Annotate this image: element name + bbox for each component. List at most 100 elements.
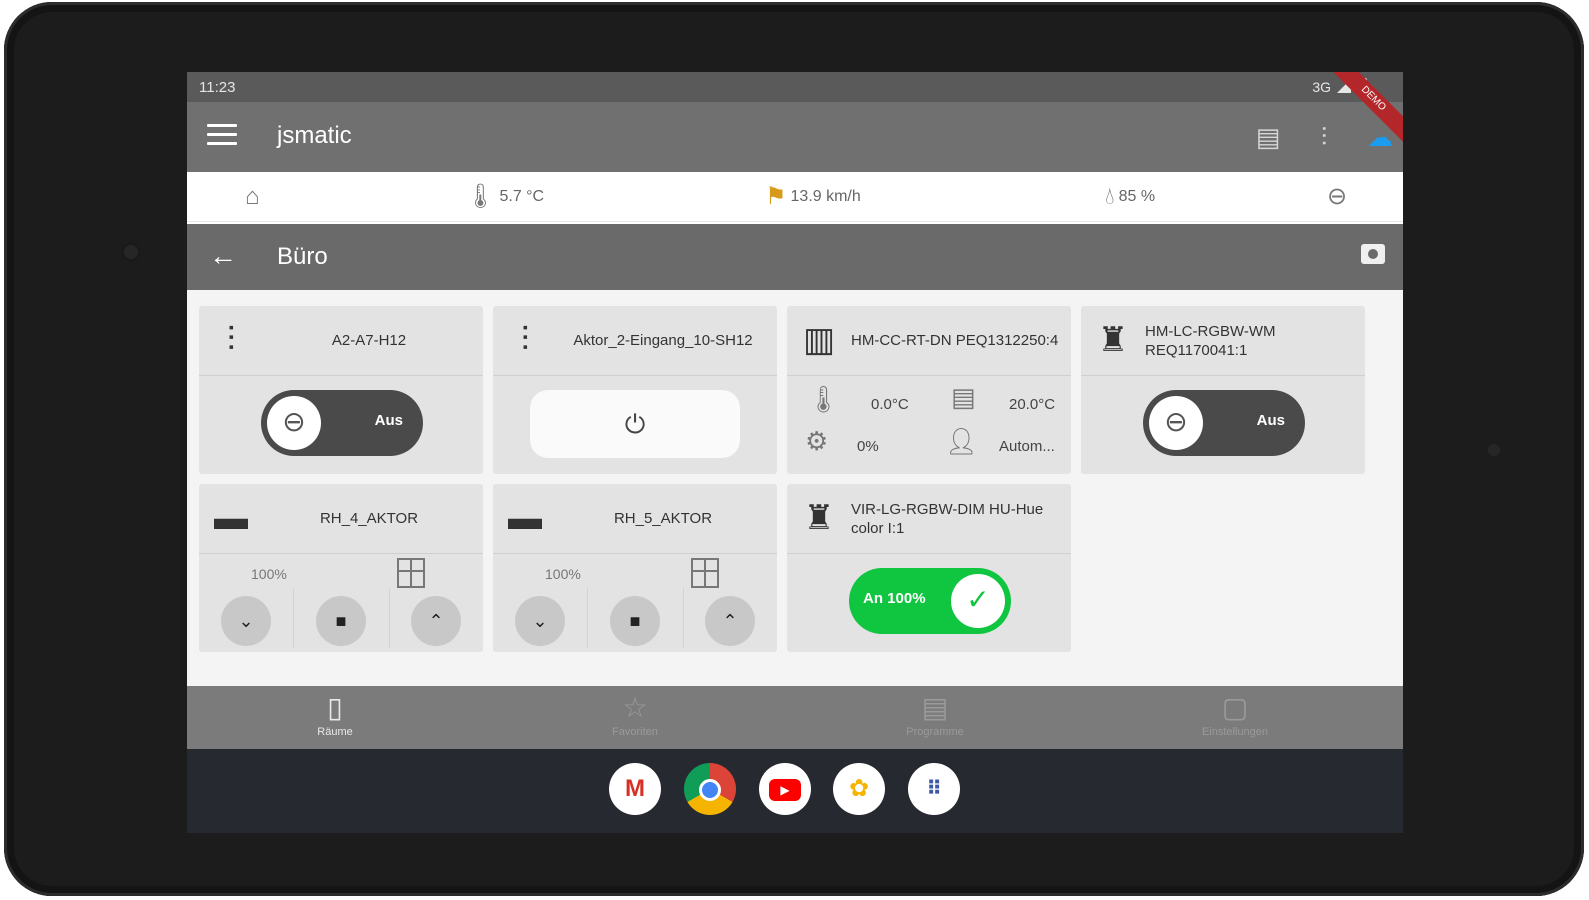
- toggle-label: An 100%: [863, 590, 926, 607]
- device-toggle[interactable]: ⊖ Aus: [1143, 390, 1305, 456]
- nav-label: Programme: [906, 726, 964, 738]
- device-name: RH_5_AKTOR: [613, 510, 713, 528]
- nav-label: Favoriten: [612, 726, 658, 738]
- mode-user-clock-icon: 👤︎: [945, 426, 979, 456]
- mode-value[interactable]: Autom...: [999, 438, 1055, 455]
- menu-icon[interactable]: [207, 124, 237, 148]
- power-button[interactable]: ⏻: [530, 390, 740, 458]
- weather-station-icon[interactable]: ⌂: [245, 182, 264, 212]
- humidity-item: 💧︎ 85 %: [1105, 182, 1155, 212]
- app-drawer-icon[interactable]: ⠿: [908, 763, 960, 815]
- card-header: ♜ VIR-LG-RGBW-DIM HU-Hue color I:1: [787, 484, 1071, 554]
- blind-up-button[interactable]: ⌃: [411, 596, 461, 646]
- humidity-value: 85 %: [1118, 188, 1156, 206]
- star-icon: ☆: [622, 692, 648, 723]
- blind-level: 100%: [251, 566, 287, 582]
- blind-stop-button[interactable]: ■: [610, 596, 660, 646]
- remote-icon: ▢: [1221, 692, 1249, 723]
- device-name: VIR-LG-RGBW-DIM HU-Hue color I:1: [851, 500, 1044, 538]
- actuator-icon: ⫶: [226, 321, 236, 359]
- youtube-icon[interactable]: ▶: [759, 763, 811, 815]
- status-bar: 11:23 3G DEMO: [187, 72, 1403, 148]
- radiator-icon: ▥: [802, 321, 836, 359]
- nav-item-settings[interactable]: ▢ Einstellungen: [1155, 690, 1315, 738]
- device-name: Aktor_2-Eingang_10-SH12: [573, 332, 753, 350]
- blind-stop-button[interactable]: ■: [316, 596, 366, 646]
- app-title: jsmatic: [277, 122, 352, 149]
- device-card: ♜ HM-LC-RGBW-WM REQ1170041:1 ⊖ Aus: [1081, 306, 1365, 474]
- blind-card: ▬ RH_4_AKTOR 100% ⌄ ■ ⌃: [199, 484, 483, 652]
- window-icon: [397, 558, 425, 588]
- collapse-icon[interactable]: ⊖: [1327, 182, 1351, 212]
- sensor-dot: [1488, 444, 1500, 456]
- front-camera: [121, 242, 141, 262]
- wind-item: ⚑ 13.9 km/h: [765, 182, 861, 212]
- blind-level: 100%: [545, 566, 581, 582]
- valve-value: 0%: [857, 438, 879, 455]
- valve-icon: ⚙: [805, 426, 829, 456]
- card-header: ▬ RH_4_AKTOR: [199, 484, 483, 554]
- actual-temperature: 0.0°C: [871, 396, 909, 413]
- nav-item-favorites[interactable]: ☆ Favoriten: [555, 690, 715, 738]
- device-toggle[interactable]: ⊖ Aus: [261, 390, 423, 456]
- sliders-icon[interactable]: ⫶: [1307, 120, 1341, 154]
- wind-value: 13.9 km/h: [790, 188, 861, 206]
- device-name: A2-A7-H12: [331, 332, 407, 350]
- blind-icon: ▬: [508, 499, 542, 537]
- lamp-icon: ♜: [803, 499, 835, 537]
- nav-label: Räume: [317, 726, 353, 738]
- device-name: HM-LC-RGBW-WM REQ1170041:1: [1145, 322, 1276, 360]
- room-title: Büro: [277, 243, 328, 270]
- card-header: ▥ HM-CC-RT-DN PEQ1312250:4: [787, 306, 1071, 376]
- card-header: ⫶ A2-A7-H12: [199, 306, 483, 376]
- device-list-icon[interactable]: ▤: [1251, 120, 1285, 154]
- toggle-off-icon: ⊖: [267, 396, 321, 450]
- lamp-icon: ♜: [1097, 321, 1129, 359]
- card-header: ♜ HM-LC-RGBW-WM REQ1170041:1: [1081, 306, 1365, 376]
- device-name: RH_4_AKTOR: [319, 510, 419, 528]
- temperature-value: 5.7 °C: [499, 188, 545, 206]
- window-icon: [691, 558, 719, 588]
- toggle-label: Aus: [1256, 412, 1285, 429]
- back-arrow-icon[interactable]: ←: [209, 240, 237, 272]
- toggle-off-icon: ⊖: [1149, 396, 1203, 450]
- checkmark-icon: ✓: [951, 574, 1005, 628]
- blind-down-button[interactable]: ⌄: [221, 596, 271, 646]
- network-type: 3G: [1312, 79, 1331, 95]
- nav-item-programs[interactable]: ▤ Programme: [855, 690, 1015, 738]
- photos-icon[interactable]: ✿: [833, 763, 885, 815]
- device-toggle[interactable]: ✓ An 100%: [849, 568, 1011, 634]
- blind-up-button[interactable]: ⌃: [705, 596, 755, 646]
- room-header: ← Büro: [187, 224, 1403, 290]
- toggle-label: Aus: [374, 412, 403, 429]
- door-icon: ▯: [327, 692, 343, 723]
- camera-icon[interactable]: [1361, 244, 1385, 264]
- setpoint-icon: ▤: [951, 382, 976, 412]
- set-temperature[interactable]: 20.0°C: [1009, 396, 1055, 413]
- device-grid: ⫶ A2-A7-H12 ⊖ Aus ⫶ Aktor_2-Eingang_10-S…: [187, 290, 1403, 686]
- weather-bar: ⌂ 🌡︎ 5.7 °C ⚑ 13.9 km/h 💧︎ 85 % ⊖: [187, 172, 1403, 222]
- thermometer-icon: 🌡︎: [465, 183, 496, 210]
- card-header: ▬ RH_5_AKTOR: [493, 484, 777, 554]
- app-bar: jsmatic ▤ ⫶ ☁: [187, 102, 1403, 172]
- nav-item-rooms[interactable]: ▯ Räume: [255, 690, 415, 738]
- chrome-icon[interactable]: [684, 763, 736, 815]
- actuator-icon: ⫶: [520, 321, 530, 359]
- document-icon: ▤: [921, 692, 949, 723]
- device-name: HM-CC-RT-DN PEQ1312250:4: [851, 332, 1059, 350]
- blind-down-button[interactable]: ⌄: [515, 596, 565, 646]
- tablet-screen: 11:23 3G DEMO jsmatic ▤ ⫶ ☁ ⌂ 🌡︎ 5.7 °C ⚑…: [187, 72, 1403, 833]
- system-dock: M ▶ ✿ ⠿: [187, 749, 1403, 833]
- device-card: ⫶ A2-A7-H12 ⊖ Aus: [199, 306, 483, 474]
- blind-card: ▬ RH_5_AKTOR 100% ⌄ ■ ⌃: [493, 484, 777, 652]
- wind-flag-icon: ⚑: [765, 183, 787, 210]
- droplet-icon: 💧︎: [1105, 183, 1115, 210]
- device-card: ⫶ Aktor_2-Eingang_10-SH12 ⏻: [493, 306, 777, 474]
- tablet-device: 11:23 3G DEMO jsmatic ▤ ⫶ ☁ ⌂ 🌡︎ 5.7 °C ⚑…: [0, 0, 1589, 900]
- gmail-icon[interactable]: M: [609, 763, 661, 815]
- nav-label: Einstellungen: [1201, 726, 1269, 738]
- bottom-navigation: ▯ Räume ☆ Favoriten ▤ Programme ▢ Einste…: [187, 686, 1403, 749]
- blind-icon: ▬: [214, 499, 248, 537]
- device-card: ♜ VIR-LG-RGBW-DIM HU-Hue color I:1 ✓ An …: [787, 484, 1071, 652]
- thermometer-icon: 🌡︎: [807, 384, 841, 414]
